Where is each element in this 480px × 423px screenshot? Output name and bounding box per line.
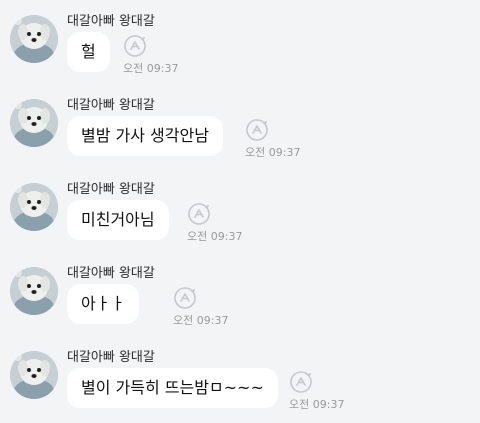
reply-icon[interactable] [289,370,313,394]
avatar[interactable] [10,351,58,399]
chat-message: 대갈아빠 왕대갈 헐 오전 09:37 [0,0,480,84]
message-meta: 오전 09:37 [187,202,255,243]
message-time: 오전 09:37 [173,314,229,327]
message-time: 오전 09:37 [289,398,345,411]
reply-icon[interactable] [245,118,269,142]
chat-message: 대갈아빠 왕대갈 아ㅏㅏ 오전 09:37 [0,252,480,336]
sender-name: 대갈아빠 왕대갈 [67,182,155,197]
message-bubble[interactable]: 헐 [67,32,110,72]
reply-icon[interactable] [173,286,197,310]
message-meta: 오전 09:37 [123,34,191,75]
reply-icon[interactable] [187,202,211,226]
avatar[interactable] [10,183,58,231]
sender-name: 대갈아빠 왕대갈 [67,266,155,281]
sender-name: 대갈아빠 왕대갈 [67,350,155,365]
message-time: 오전 09:37 [245,146,301,159]
chat-message: 대갈아빠 왕대갈 별이 가득히 뜨는밤ㅁ~~~ 오전 09:37 [0,336,480,420]
message-bubble[interactable]: 아ㅏㅏ [67,284,140,324]
sender-name: 대갈아빠 왕대갈 [67,98,155,113]
sender-name: 대갈아빠 왕대갈 [67,14,155,29]
message-meta: 오전 09:37 [289,370,357,411]
reply-icon[interactable] [123,34,147,58]
avatar[interactable] [10,15,58,63]
message-time: 오전 09:37 [123,62,179,75]
avatar[interactable] [10,267,58,315]
message-bubble[interactable]: 별이 가득히 뜨는밤ㅁ~~~ [67,368,278,408]
message-bubble[interactable]: 미친거아님 [67,200,169,240]
chat-message: 대갈아빠 왕대갈 미친거아님 오전 09:37 [0,168,480,252]
chat-message: 대갈아빠 왕대갈 별밤 가사 생각안남 오전 09:37 [0,84,480,168]
message-time: 오전 09:37 [187,230,243,243]
message-meta: 오전 09:37 [245,118,313,159]
message-meta: 오전 09:37 [173,286,241,327]
avatar[interactable] [10,99,58,147]
message-bubble[interactable]: 별밤 가사 생각안남 [67,116,223,156]
